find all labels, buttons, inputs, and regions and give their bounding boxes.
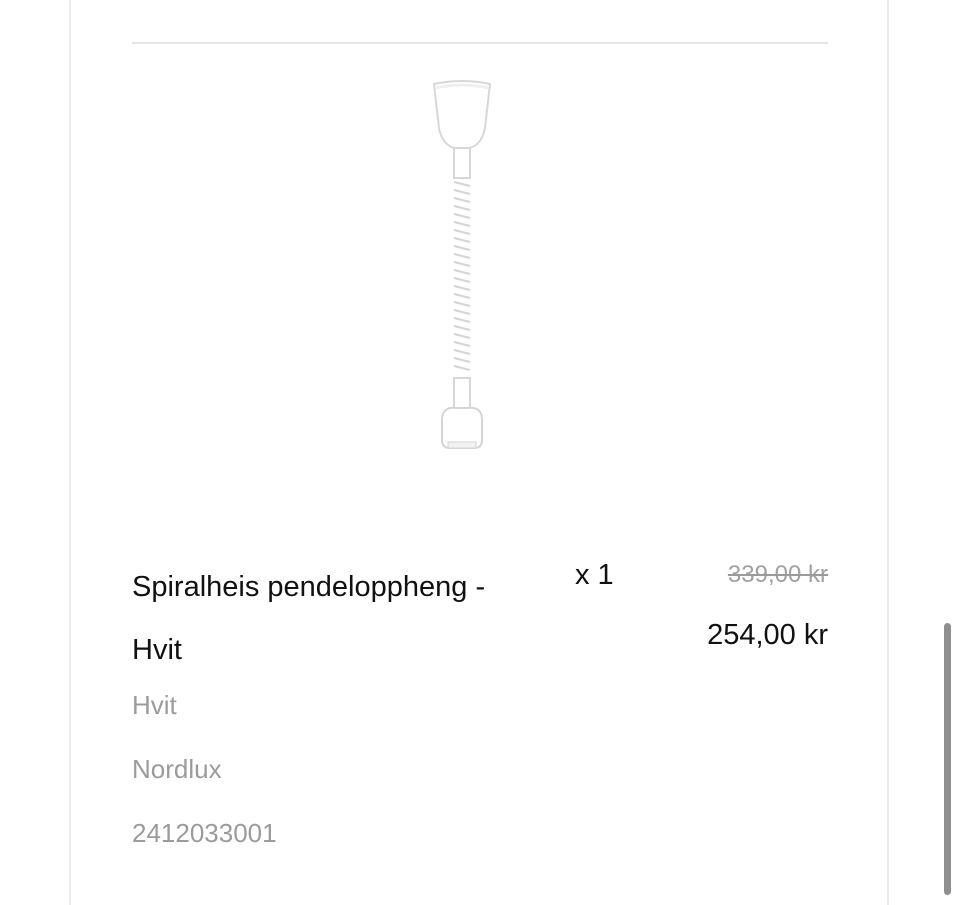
order-summary-page: Spiralheis pendeloppheng - Hvit x 1 339,… (0, 0, 960, 905)
vertical-scrollbar[interactable] (944, 623, 951, 895)
original-price: 339,00 kr (727, 561, 828, 588)
quantity-label: x 1 (575, 559, 614, 591)
pendant-spiral-lift-icon (432, 80, 492, 449)
sale-price: 254,00 kr (707, 619, 828, 651)
product-brand: Nordlux (132, 754, 222, 784)
product-sku: 2412033001 (132, 818, 277, 848)
section-divider (132, 42, 828, 44)
product-variant: Hvit (132, 690, 177, 720)
product-name[interactable]: Spiralheis pendeloppheng - Hvit (132, 556, 522, 682)
